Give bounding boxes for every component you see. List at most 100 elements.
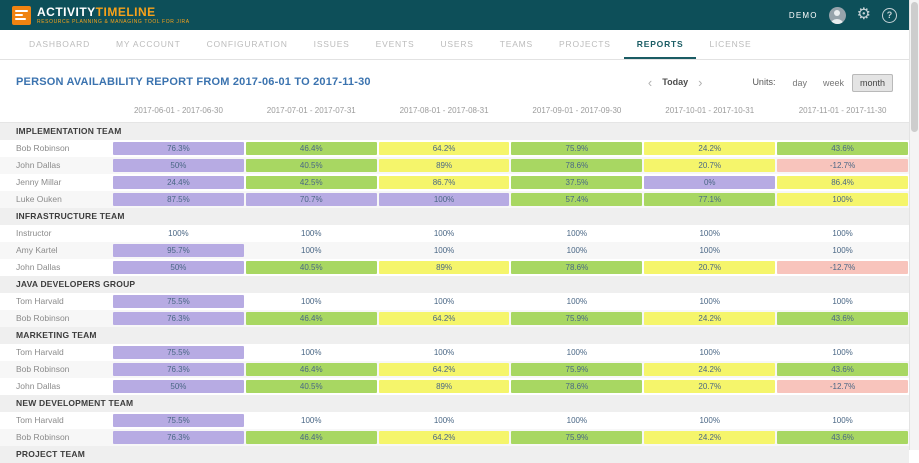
nav-tab-configuration[interactable]: CONFIGURATION <box>194 30 301 59</box>
nav-tab-license[interactable]: LICENSE <box>696 30 764 59</box>
availability-cell: 100% <box>511 244 642 257</box>
availability-cell: 24.4% <box>113 176 244 189</box>
availability-cell: 78.6% <box>511 159 642 172</box>
availability-cell: 100% <box>777 193 908 206</box>
person-name: John Dallas <box>0 378 112 395</box>
availability-cell: 46.4% <box>246 142 377 155</box>
next-period-button[interactable]: › <box>693 76 707 89</box>
availability-cell: 86.4% <box>777 176 908 189</box>
availability-cell: 75.5% <box>113 346 244 359</box>
team-group-header: PROJECT TEAM <box>0 446 909 463</box>
availability-cell: 20.7% <box>644 159 775 172</box>
person-row: Amy Kartel95.7%100%100%100%100%100% <box>0 242 909 259</box>
team-group-row: PROJECT TEAM <box>0 446 909 463</box>
availability-cell: 70.7% <box>246 193 377 206</box>
availability-cell: 20.7% <box>644 380 775 393</box>
availability-cell: 43.6% <box>777 142 908 155</box>
availability-cell: 50% <box>113 159 244 172</box>
app-logo[interactable]: ACTIVITYTIMELINE RESOURCE PLANNING & MAN… <box>12 6 190 25</box>
availability-cell: 24.2% <box>644 312 775 325</box>
availability-cell: 100% <box>511 346 642 359</box>
person-name: Instructor <box>0 225 112 242</box>
brand-timeline: TIMELINE <box>96 5 156 19</box>
availability-cell: 42.5% <box>246 176 377 189</box>
availability-cell: 100% <box>644 414 775 427</box>
nav-tab-projects[interactable]: PROJECTS <box>546 30 624 59</box>
today-button[interactable]: Today <box>662 77 688 87</box>
availability-table: 2017-06-01 - 2017-06-302017-07-01 - 2017… <box>0 102 909 463</box>
team-group-row: INFRASTRUCTURE TEAM <box>0 208 909 225</box>
unit-day-button[interactable]: day <box>784 74 815 92</box>
nav-tab-issues[interactable]: ISSUES <box>301 30 363 59</box>
availability-cell: 43.6% <box>777 312 908 325</box>
availability-cell: 100% <box>777 414 908 427</box>
availability-cell: 100% <box>379 244 510 257</box>
availability-cell: 100% <box>379 295 510 308</box>
person-name: John Dallas <box>0 157 112 174</box>
nav-tab-dashboard[interactable]: DASHBOARD <box>16 30 103 59</box>
team-group-row: MARKETING TEAM <box>0 327 909 344</box>
availability-cell: 95.7% <box>113 244 244 257</box>
availability-cell: 76.3% <box>113 312 244 325</box>
units-label: Units: <box>752 77 775 87</box>
team-group-row: NEW DEVELOPMENT TEAM <box>0 395 909 412</box>
app-logo-icon <box>12 6 31 25</box>
availability-cell: 24.2% <box>644 431 775 444</box>
availability-cell: 20.7% <box>644 261 775 274</box>
prev-period-button[interactable]: ‹ <box>643 76 657 89</box>
availability-cell: 100% <box>777 346 908 359</box>
units-switcher: dayweekmonth <box>784 73 893 91</box>
main-nav: DASHBOARDMY ACCOUNTCONFIGURATIONISSUESEV… <box>0 30 909 60</box>
person-name: Tom Harvald <box>0 412 112 429</box>
availability-cell: 100% <box>511 295 642 308</box>
unit-week-button[interactable]: week <box>815 74 852 92</box>
availability-cell: 100% <box>379 193 510 206</box>
availability-cell: 50% <box>113 380 244 393</box>
availability-cell: 46.4% <box>246 312 377 325</box>
availability-cell: 100% <box>644 346 775 359</box>
availability-cell: 78.6% <box>511 380 642 393</box>
person-row: Bob Robinson76.3%46.4%64.2%75.9%24.2%43.… <box>0 429 909 446</box>
availability-cell: 75.9% <box>511 142 642 155</box>
team-group-header: JAVA DEVELOPERS GROUP <box>0 276 909 293</box>
availability-cell: 64.2% <box>379 312 510 325</box>
availability-cell: 78.6% <box>511 261 642 274</box>
person-name: Bob Robinson <box>0 429 112 446</box>
person-column-header <box>0 102 112 123</box>
availability-cell: 64.2% <box>379 431 510 444</box>
top-app-bar: ACTIVITYTIMELINE RESOURCE PLANNING & MAN… <box>0 0 909 30</box>
person-name: Jenny Millar <box>0 174 112 191</box>
user-avatar[interactable] <box>829 7 846 24</box>
vertical-scrollbar[interactable] <box>909 0 919 450</box>
person-name: Amy Kartel <box>0 242 112 259</box>
page-title: PERSON AVAILABILITY REPORT FROM 2017-06-… <box>16 76 371 88</box>
date-column-header: 2017-06-01 - 2017-06-30 <box>112 102 245 123</box>
team-group-header: NEW DEVELOPMENT TEAM <box>0 395 909 412</box>
availability-cell: 100% <box>644 227 775 240</box>
settings-gear-icon[interactable]: ⚙ <box>857 7 871 23</box>
date-column-header: 2017-10-01 - 2017-10-31 <box>643 102 776 123</box>
availability-cell: 100% <box>379 227 510 240</box>
nav-tab-users[interactable]: USERS <box>427 30 486 59</box>
availability-cell: 100% <box>777 244 908 257</box>
availability-cell: 75.5% <box>113 414 244 427</box>
brand-tagline: RESOURCE PLANNING & MANAGING TOOL FOR JI… <box>37 20 190 25</box>
help-icon[interactable]: ? <box>882 8 897 23</box>
unit-month-button[interactable]: month <box>852 74 893 92</box>
scrollbar-thumb[interactable] <box>911 2 918 132</box>
nav-tab-teams[interactable]: TEAMS <box>487 30 546 59</box>
date-column-header: 2017-11-01 - 2017-11-30 <box>776 102 909 123</box>
person-name: Bob Robinson <box>0 310 112 327</box>
availability-cell: 43.6% <box>777 363 908 376</box>
availability-cell: 40.5% <box>246 380 377 393</box>
nav-tab-reports[interactable]: REPORTS <box>624 30 697 59</box>
availability-cell: 76.3% <box>113 142 244 155</box>
availability-cell: 57.4% <box>511 193 642 206</box>
availability-cell: 76.3% <box>113 431 244 444</box>
availability-cell: 64.2% <box>379 363 510 376</box>
availability-cell: 100% <box>246 244 377 257</box>
person-row: John Dallas50%40.5%89%78.6%20.7%-12.7% <box>0 259 909 276</box>
team-group-header: MARKETING TEAM <box>0 327 909 344</box>
nav-tab-my-account[interactable]: MY ACCOUNT <box>103 30 194 59</box>
nav-tab-events[interactable]: EVENTS <box>363 30 428 59</box>
